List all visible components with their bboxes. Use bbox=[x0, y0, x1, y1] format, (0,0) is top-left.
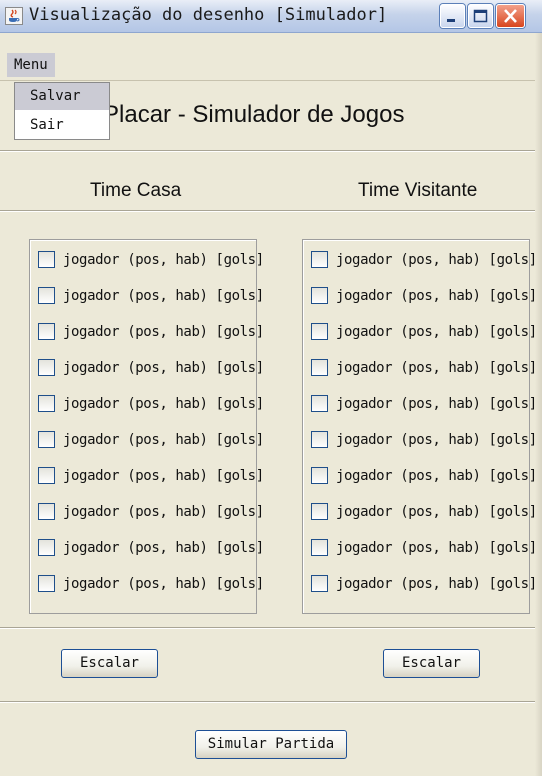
player-label: jogador (pos, hab) [gols] bbox=[336, 468, 537, 484]
player-checkbox[interactable] bbox=[311, 503, 328, 520]
player-label: jogador (pos, hab) [gols] bbox=[336, 504, 537, 520]
menu-item-salvar[interactable]: Salvar bbox=[15, 83, 109, 110]
player-checkbox[interactable] bbox=[311, 467, 328, 484]
player-label: jogador (pos, hab) [gols] bbox=[63, 576, 264, 592]
player-label: jogador (pos, hab) [gols] bbox=[63, 360, 264, 376]
player-label: jogador (pos, hab) [gols] bbox=[336, 432, 537, 448]
title-bar[interactable]: Visualização do desenho [Simulador] bbox=[0, 0, 542, 33]
player-label: jogador (pos, hab) [gols] bbox=[63, 396, 264, 412]
escalar-away-button[interactable]: Escalar bbox=[383, 649, 480, 678]
menu-item-sair[interactable]: Sair bbox=[15, 112, 109, 139]
player-checkbox[interactable] bbox=[38, 467, 55, 484]
player-checkbox[interactable] bbox=[38, 431, 55, 448]
player-label: jogador (pos, hab) [gols] bbox=[63, 468, 264, 484]
simulator-window: Visualização do desenho [Simulador] Menu… bbox=[0, 0, 542, 776]
player-checkbox[interactable] bbox=[38, 251, 55, 268]
player-label: jogador (pos, hab) [gols] bbox=[63, 324, 264, 340]
player-checkbox[interactable] bbox=[38, 287, 55, 304]
player-checkbox[interactable] bbox=[311, 323, 328, 340]
player-label: jogador (pos, hab) [gols] bbox=[63, 540, 264, 556]
player-checkbox[interactable] bbox=[311, 539, 328, 556]
window-title: Visualização do desenho [Simulador] bbox=[29, 5, 388, 25]
divider bbox=[0, 210, 542, 212]
player-checkbox[interactable] bbox=[311, 251, 328, 268]
player-checkbox[interactable] bbox=[38, 323, 55, 340]
player-label: jogador (pos, hab) [gols] bbox=[63, 432, 264, 448]
player-label: jogador (pos, hab) [gols] bbox=[336, 396, 537, 412]
player-label: jogador (pos, hab) [gols] bbox=[336, 576, 537, 592]
player-checkbox[interactable] bbox=[311, 575, 328, 592]
close-button[interactable] bbox=[496, 4, 525, 28]
player-checkbox[interactable] bbox=[311, 395, 328, 412]
home-players-panel: jogador (pos, hab) [gols] jogador (pos, … bbox=[29, 239, 264, 614]
minimize-icon bbox=[447, 19, 455, 22]
escalar-home-button[interactable]: Escalar bbox=[61, 649, 158, 678]
player-label: jogador (pos, hab) [gols] bbox=[63, 504, 264, 520]
home-team-label: Time Casa bbox=[90, 180, 182, 201]
menu-bar-divider bbox=[0, 80, 542, 81]
player-label: jogador (pos, hab) [gols] bbox=[336, 360, 537, 376]
minimize-button[interactable] bbox=[440, 4, 465, 28]
player-label: jogador (pos, hab) [gols] bbox=[336, 540, 537, 556]
away-team-label: Time Visitante bbox=[358, 180, 478, 201]
window-border bbox=[535, 33, 542, 776]
player-checkbox[interactable] bbox=[311, 359, 328, 376]
menu-dropdown: Salvar Sair bbox=[14, 82, 110, 140]
menu-button[interactable]: Menu bbox=[7, 53, 55, 77]
page-title: Placar - Simulador de Jogos bbox=[103, 101, 405, 128]
close-icon bbox=[504, 9, 517, 23]
maximize-icon bbox=[473, 9, 488, 23]
player-checkbox[interactable] bbox=[38, 575, 55, 592]
player-label: jogador (pos, hab) [gols] bbox=[336, 252, 537, 268]
menu-bar: Menu bbox=[0, 50, 542, 79]
player-checkbox[interactable] bbox=[38, 539, 55, 556]
player-checkbox[interactable] bbox=[311, 431, 328, 448]
away-players-panel: jogador (pos, hab) [gols] jogador (pos, … bbox=[302, 239, 537, 614]
simulate-match-button[interactable]: Simular Partida bbox=[195, 730, 347, 759]
divider bbox=[0, 627, 542, 629]
java-cup-icon bbox=[5, 7, 23, 25]
player-label: jogador (pos, hab) [gols] bbox=[63, 252, 264, 268]
player-checkbox[interactable] bbox=[38, 503, 55, 520]
player-label: jogador (pos, hab) [gols] bbox=[336, 324, 537, 340]
maximize-button[interactable] bbox=[468, 4, 493, 28]
player-label: jogador (pos, hab) [gols] bbox=[63, 288, 264, 304]
divider bbox=[0, 150, 542, 152]
player-checkbox[interactable] bbox=[311, 287, 328, 304]
player-checkbox[interactable] bbox=[38, 359, 55, 376]
player-checkbox[interactable] bbox=[38, 395, 55, 412]
player-label: jogador (pos, hab) [gols] bbox=[336, 288, 537, 304]
divider bbox=[0, 701, 542, 703]
